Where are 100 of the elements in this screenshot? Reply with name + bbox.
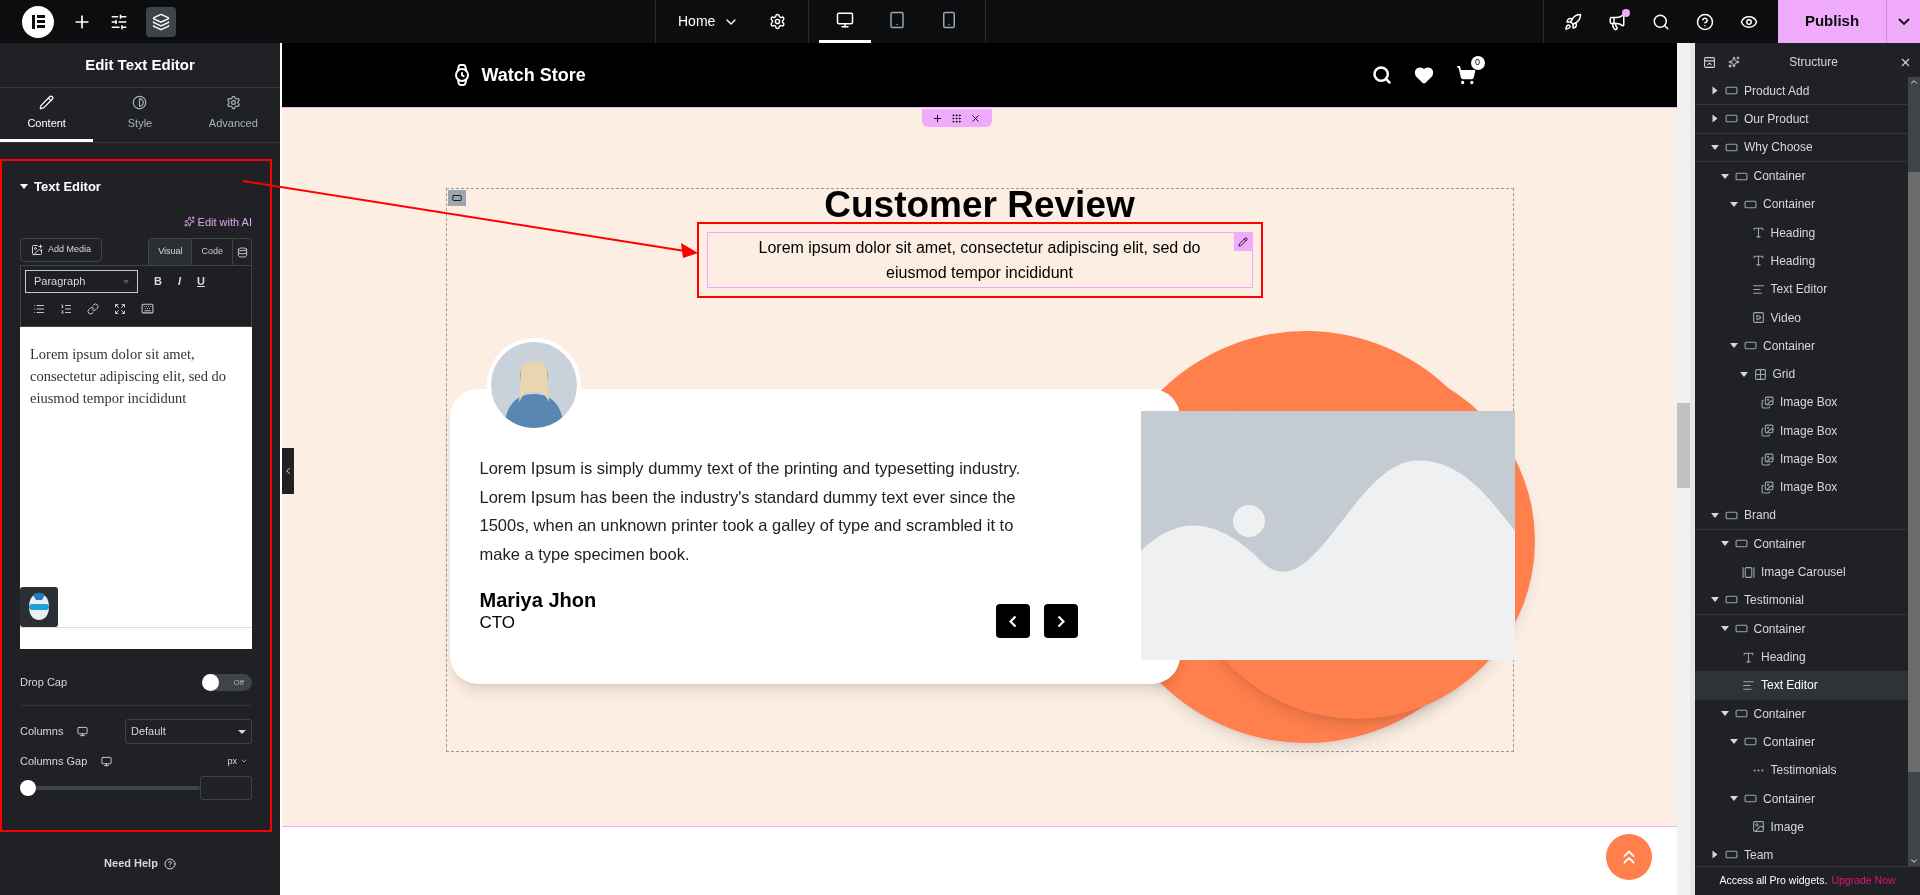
- structure-item[interactable]: Product Add: [1695, 77, 1908, 106]
- sparkle-icon: [183, 216, 195, 228]
- help-icon[interactable]: [1696, 12, 1714, 31]
- keyboard-icon[interactable]: [141, 302, 154, 315]
- editor-area[interactable]: Lorem ipsum dolor sit amet, consectetur adipiscing elit, sed do eiusmod tempor incididunt: [20, 327, 252, 649]
- section-handle[interactable]: [921, 109, 992, 127]
- edit-with-ai-link[interactable]: Edit with AI: [183, 213, 252, 230]
- structure-item[interactable]: Testimonial: [1695, 586, 1908, 615]
- structure-item[interactable]: Video: [1695, 303, 1908, 332]
- image-box-icon: [1761, 452, 1774, 466]
- drop-cap-label: Drop Cap: [20, 675, 68, 691]
- structure-item[interactable]: Container: [1695, 529, 1908, 559]
- structure-item[interactable]: Image: [1695, 812, 1908, 841]
- structure-button[interactable]: [146, 6, 176, 37]
- search-icon[interactable]: [1371, 65, 1392, 85]
- structure-item[interactable]: Image Box: [1695, 444, 1908, 474]
- upgrade-link[interactable]: Upgrade Now: [1831, 873, 1896, 889]
- structure-item[interactable]: Container: [1695, 727, 1908, 757]
- add-icon[interactable]: [932, 112, 943, 124]
- desktop-icon[interactable]: [77, 726, 89, 737]
- close-icon[interactable]: [970, 112, 981, 124]
- structure-item[interactable]: Grid: [1695, 359, 1908, 389]
- need-help-link[interactable]: Need Help: [104, 855, 176, 872]
- container-handle-icon[interactable]: [447, 190, 466, 206]
- cart-icon[interactable]: [1455, 65, 1476, 85]
- image-icon: [1751, 820, 1765, 834]
- scroll-down-icon[interactable]: [1909, 856, 1919, 866]
- panel-tab[interactable]: Style: [93, 88, 187, 142]
- editor-mode-tab[interactable]: Visual: [149, 239, 193, 265]
- rocket-icon[interactable]: [1564, 12, 1582, 31]
- panel-collapse-handle[interactable]: [282, 448, 294, 494]
- cart-count: 0: [1470, 56, 1485, 70]
- panel-tab[interactable]: Content: [0, 88, 94, 142]
- pencil-icon: [39, 95, 55, 111]
- next-button[interactable]: [1043, 604, 1078, 638]
- format-toggle[interactable]: I: [177, 273, 181, 290]
- structure-item[interactable]: Container: [1695, 161, 1908, 191]
- fullscreen-icon[interactable]: [114, 302, 126, 315]
- drop-cap-switch[interactable]: Off: [202, 674, 252, 691]
- chevron-left-icon: [283, 466, 293, 476]
- elementor-logo-icon[interactable]: [22, 5, 54, 38]
- panel-tab[interactable]: Advanced: [186, 88, 280, 142]
- structure-item[interactable]: Text Editor: [1695, 671, 1908, 700]
- slider-thumb[interactable]: [20, 779, 36, 796]
- format-toggle[interactable]: U: [197, 273, 205, 290]
- publish-options-button[interactable]: [1886, 0, 1920, 43]
- heart-icon[interactable]: [1413, 65, 1434, 85]
- structure-item[interactable]: Our Product: [1695, 105, 1908, 134]
- carousel-icon: [1742, 565, 1755, 579]
- slider[interactable]: [20, 779, 201, 796]
- chevron-left-icon: [1008, 614, 1017, 628]
- testimonial-quote: Lorem Ipsum is simply dummy text of the printing and typesetting industry. Lorem Ipsum has been the industry's standard dummy text ever since the 1500s, when an unknown printer took a galley of type and scrambled it to make a type specimen book.: [479, 458, 1022, 565]
- structure-item[interactable]: Container: [1695, 614, 1908, 643]
- database-icon[interactable]: [236, 246, 248, 258]
- numbered-list-icon[interactable]: [60, 302, 72, 315]
- site-brand[interactable]: Watch Store: [481, 61, 586, 89]
- structure-item[interactable]: Why Choose: [1695, 133, 1908, 162]
- format-toggle[interactable]: B: [154, 273, 162, 290]
- edit-icon[interactable]: [1233, 233, 1252, 251]
- unit-select[interactable]: px: [227, 754, 252, 768]
- scrollbar[interactable]: [1908, 77, 1920, 866]
- structure-item[interactable]: Heading: [1695, 642, 1908, 672]
- sparkle-icon[interactable]: [1728, 56, 1740, 68]
- collapse-icon[interactable]: [1703, 55, 1716, 69]
- settings-sliders-icon[interactable]: [110, 12, 128, 31]
- settings-icon[interactable]: [769, 13, 787, 30]
- structure-item[interactable]: Container: [1695, 699, 1908, 728]
- drag-icon[interactable]: [951, 112, 962, 124]
- gap-input[interactable]: [200, 775, 252, 800]
- section-toggle[interactable]: Text Editor: [20, 177, 252, 197]
- previous-button[interactable]: [995, 604, 1030, 638]
- structure-item[interactable]: Heading: [1695, 218, 1908, 247]
- structure-item[interactable]: Image Box: [1695, 473, 1908, 502]
- structure-item[interactable]: Heading: [1695, 246, 1908, 276]
- structure-item[interactable]: Container: [1695, 784, 1908, 813]
- structure-item[interactable]: Image Box: [1695, 416, 1908, 445]
- link-icon[interactable]: [87, 302, 99, 315]
- robot-avatar-icon[interactable]: [20, 587, 58, 627]
- columns-select[interactable]: Default: [125, 719, 252, 744]
- structure-item[interactable]: Container: [1695, 331, 1908, 360]
- structure-item[interactable]: Image Box: [1695, 388, 1908, 417]
- format-select[interactable]: Paragraph: [25, 270, 138, 293]
- heading-icon: [1742, 650, 1755, 664]
- structure-item[interactable]: Container: [1695, 190, 1908, 219]
- structure-item[interactable]: Testimonials: [1695, 756, 1908, 785]
- structure-item[interactable]: Brand: [1695, 501, 1908, 530]
- structure-item[interactable]: Text Editor: [1695, 275, 1908, 304]
- desktop-icon[interactable]: [101, 755, 113, 767]
- publish-button[interactable]: Publish: [1778, 0, 1886, 43]
- page-select[interactable]: Home: [678, 11, 740, 32]
- editor-text: Lorem ipsum dolor sit amet, consectetur adipiscing elit, sed do eiusmod tempor incididunt: [30, 345, 228, 408]
- columns-label: Columns: [20, 724, 64, 740]
- scroll-up-icon[interactable]: [1909, 77, 1919, 87]
- author-role: CTO: [479, 612, 517, 634]
- search-icon[interactable]: [1652, 12, 1670, 31]
- structure-item[interactable]: Image Carousel: [1695, 558, 1908, 587]
- container-icon: [451, 193, 462, 203]
- bullet-list-icon[interactable]: [33, 302, 45, 315]
- scrollbar-thumb[interactable]: [1677, 403, 1690, 488]
- add-media-button[interactable]: Add Media: [20, 238, 103, 262]
